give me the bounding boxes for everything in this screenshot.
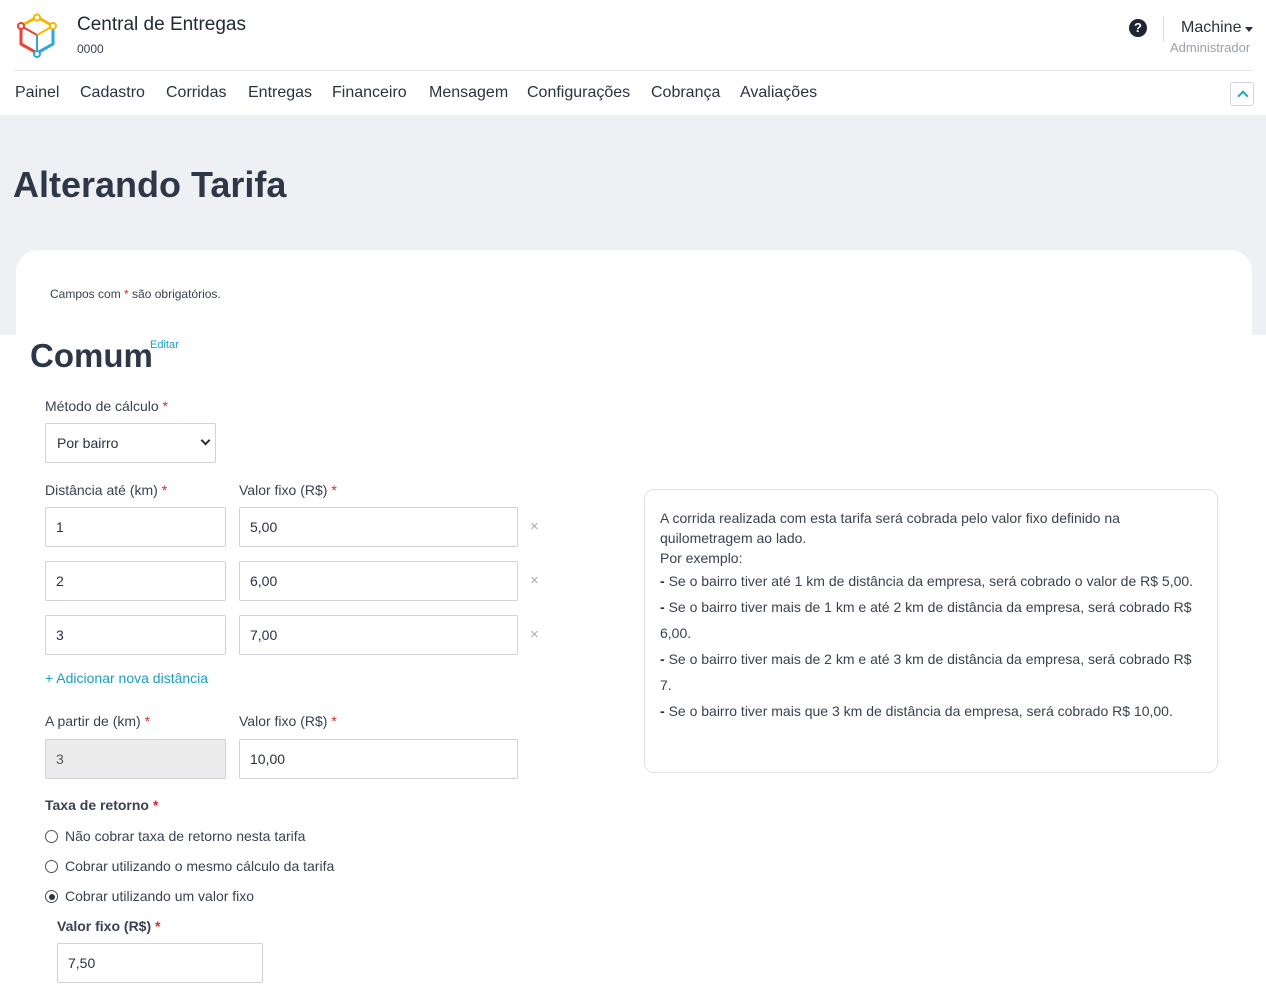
from-fixed-value-input[interactable]: 10,00 (239, 739, 518, 779)
required-star: * (331, 713, 337, 729)
info-box: A corrida realizada com esta tarifa será… (644, 489, 1218, 773)
calc-method-label-text: Método de cálculo (45, 398, 159, 414)
nav-item-mensagem[interactable]: Mensagem (429, 84, 508, 102)
nav-item-financeiro[interactable]: Financeiro (332, 84, 407, 102)
nav-item-cadastro[interactable]: Cadastro (80, 84, 145, 102)
bullet-marker: - (660, 573, 665, 589)
calc-method-value: Por bairro (57, 435, 119, 451)
nav-item-avaliacoes[interactable]: Avaliações (740, 84, 817, 102)
required-star: * (161, 482, 168, 498)
distance-input-1[interactable]: 1 (45, 507, 226, 547)
section-title: Comum (30, 337, 153, 374)
remove-row-icon[interactable]: × (530, 572, 539, 589)
fixed-value-input-2[interactable]: 6,00 (239, 561, 518, 601)
distance-input-2[interactable]: 2 (45, 561, 226, 601)
required-star: * (331, 482, 337, 498)
bullet-marker: - (660, 703, 665, 719)
bullet-marker: - (660, 651, 665, 667)
chevron-down-icon (200, 435, 211, 446)
info-bullet: - Se o bairro tiver mais de 1 km e até 2… (660, 594, 1202, 646)
calc-method-select[interactable]: Por bairro (45, 423, 216, 463)
fixed-value-label-text: Valor fixo (R$) (239, 482, 328, 498)
from-fixed-label-text: Valor fixo (R$) (239, 713, 328, 729)
header-divider (1163, 16, 1164, 42)
return-option-label: Cobrar utilizando o mesmo cálculo da tar… (65, 858, 335, 874)
return-option-label: Cobrar utilizando um valor fixo (65, 888, 255, 904)
add-distance-link[interactable]: + Adicionar nova distância (45, 670, 208, 686)
info-bullet-text: Se o bairro tiver mais de 1 km e até 2 k… (660, 599, 1192, 641)
logo-icon[interactable] (14, 13, 60, 59)
from-fixed-label: Valor fixo (R$) * (239, 713, 337, 729)
main-nav: Painel Cadastro Corridas Entregas Financ… (0, 71, 1266, 115)
required-star: * (124, 287, 129, 301)
info-bullet: - Se o bairro tiver mais que 3 km de dis… (660, 698, 1202, 724)
nav-item-corridas[interactable]: Corridas (166, 84, 226, 102)
app-title: Central de Entregas (77, 14, 246, 35)
page-title: Alterando Tarifa (13, 164, 287, 205)
from-label-text: A partir de (km) (45, 713, 141, 729)
app-subtitle: 0000 (77, 42, 104, 56)
nav-item-cobranca[interactable]: Cobrança (651, 84, 720, 102)
required-fields-note: Campos com * são obrigatórios. (50, 287, 221, 301)
required-star: * (144, 713, 151, 729)
required-note-suffix: são obrigatórios. (132, 287, 221, 301)
edit-section-link[interactable]: Editar (150, 339, 179, 351)
distance-label: Distância até (km) * (45, 482, 167, 498)
from-label: A partir de (km) * (45, 713, 150, 729)
radio-button[interactable] (45, 860, 58, 873)
fixed-value-label: Valor fixo (R$) * (239, 482, 337, 498)
required-note-prefix: Campos com (50, 287, 121, 301)
distance-label-text: Distância até (km) (45, 482, 158, 498)
info-bullet: - Se o bairro tiver mais de 2 km e até 3… (660, 646, 1202, 698)
user-menu[interactable]: Machine (1181, 19, 1241, 37)
distance-input-3[interactable]: 3 (45, 615, 226, 655)
nav-item-configuracoes[interactable]: Configurações (527, 84, 630, 102)
info-bullet-text: Se o bairro tiver até 1 km de distância … (668, 573, 1194, 589)
info-intro: A corrida realizada com esta tarifa será… (660, 510, 1120, 546)
return-option-label: Não cobrar taxa de retorno nesta tarifa (65, 828, 306, 844)
calc-method-label: Método de cálculo * (45, 398, 168, 414)
help-icon[interactable]: ? (1129, 19, 1147, 37)
return-fee-label: Taxa de retorno * (45, 797, 158, 813)
bullet-marker: - (660, 599, 665, 615)
remove-row-icon[interactable]: × (530, 626, 539, 643)
collapse-nav-button[interactable] (1230, 82, 1254, 106)
info-bullet: - Se o bairro tiver até 1 km de distânci… (660, 568, 1202, 594)
return-fee-label-text: Taxa de retorno (45, 797, 149, 813)
return-fixed-label: Valor fixo (R$) * (57, 918, 160, 934)
required-star: * (152, 797, 159, 813)
nav-item-entregas[interactable]: Entregas (248, 84, 312, 102)
info-bullet-text: Se o bairro tiver mais que 3 km de distâ… (668, 703, 1173, 719)
from-distance-input: 3 (45, 739, 226, 779)
fixed-value-input-1[interactable]: 5,00 (239, 507, 518, 547)
nav-item-painel[interactable]: Painel (15, 84, 59, 102)
fixed-value-input-3[interactable]: 7,00 (239, 615, 518, 655)
caret-down-icon[interactable] (1245, 27, 1253, 32)
return-fixed-value-input[interactable]: 7,50 (57, 943, 263, 983)
user-role: Administrador (1170, 40, 1251, 55)
required-star: * (162, 398, 168, 414)
required-star: * (155, 918, 161, 934)
radio-button-selected[interactable] (45, 890, 58, 903)
radio-button[interactable] (45, 830, 58, 843)
return-fixed-label-text: Valor fixo (R$) (57, 918, 152, 934)
top-header: Central de Entregas 0000 ? Machine Admin… (0, 0, 1266, 70)
remove-row-icon[interactable]: × (530, 518, 539, 535)
info-example-label: Por exemplo: (660, 550, 743, 566)
info-bullet-text: Se o bairro tiver mais de 2 km e até 3 k… (660, 651, 1192, 693)
